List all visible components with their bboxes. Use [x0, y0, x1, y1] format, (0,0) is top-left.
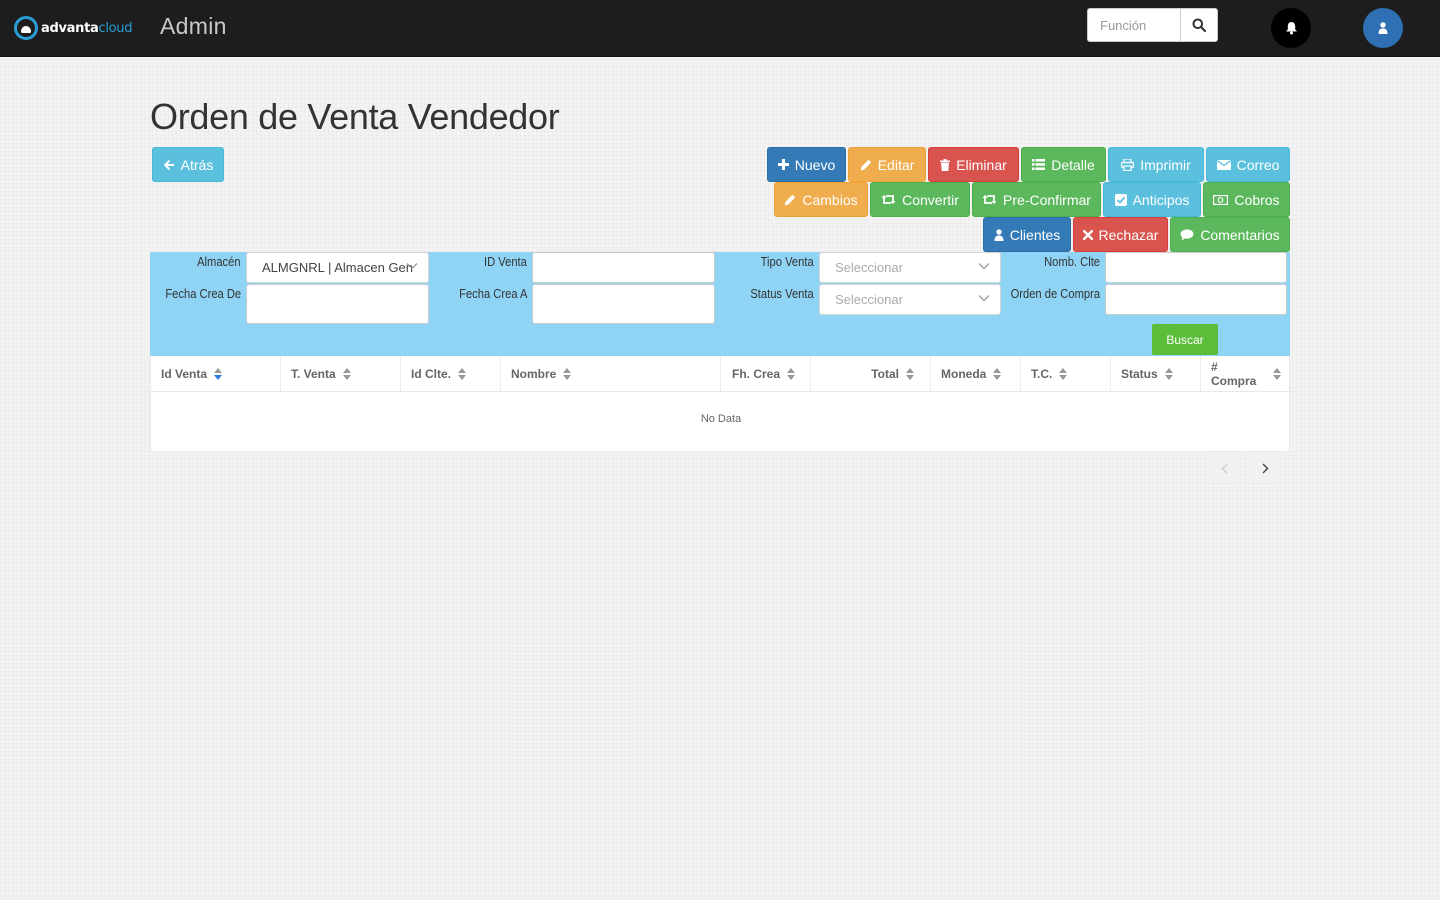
sort-icon — [787, 368, 796, 380]
nomb-clte-label: Nomb. Clte — [1044, 254, 1100, 269]
rechazar-button[interactable]: Rechazar — [1073, 217, 1168, 252]
almacen-label: Almacén — [197, 254, 241, 269]
app-title: Admin — [160, 13, 227, 39]
eliminar-button[interactable]: Eliminar — [928, 147, 1019, 182]
pencil-icon — [860, 159, 871, 170]
anticipos-button[interactable]: Anticipos — [1103, 182, 1201, 217]
fecha-crea-de-input[interactable] — [246, 284, 429, 324]
sort-icon — [458, 368, 467, 380]
sort-icon — [1273, 368, 1281, 380]
status-venta-label: Status Venta — [750, 286, 814, 301]
almacen-select[interactable]: ALMGNRL | Almacen General — [246, 252, 429, 283]
back-button[interactable]: Atrás — [152, 147, 224, 182]
buscar-button[interactable]: Buscar — [1152, 324, 1218, 355]
user-icon — [994, 228, 1004, 241]
tipo-venta-label: Tipo Venta — [760, 254, 814, 269]
fecha-crea-a-input[interactable] — [532, 284, 715, 324]
table-header: Id Venta T. Venta Id Clte. Nombre Fh. Cr… — [151, 356, 1291, 392]
col-fh-crea[interactable]: Fh. Crea — [721, 356, 811, 392]
function-search — [1087, 8, 1218, 42]
cambios-button[interactable]: Cambios — [774, 182, 868, 217]
bell-icon — [1285, 22, 1297, 35]
sort-icon — [563, 368, 572, 380]
col-total[interactable]: Total — [811, 356, 931, 392]
editar-button[interactable]: Editar — [848, 147, 926, 182]
imprimir-button[interactable]: Imprimir — [1108, 147, 1204, 182]
col-nombre[interactable]: Nombre — [501, 356, 721, 392]
tipo-venta-select[interactable]: Seleccionar — [819, 252, 1001, 283]
page-title: Orden de Venta Vendedor — [150, 96, 560, 137]
col-id-venta[interactable]: Id Venta — [151, 356, 281, 392]
money-icon — [1213, 194, 1229, 205]
id-venta-label: ID Venta — [484, 254, 527, 269]
chevron-down-icon — [978, 263, 990, 270]
detalle-button[interactable]: Detalle — [1021, 147, 1106, 182]
cloud-logo-icon — [14, 16, 38, 40]
chevron-down-icon — [978, 295, 990, 302]
notifications-button[interactable] — [1271, 8, 1311, 48]
sort-icon — [342, 368, 351, 380]
prev-page-button[interactable] — [1210, 455, 1240, 481]
advantacloud-logo[interactable]: advantacloud — [14, 16, 132, 40]
chevron-down-icon — [406, 263, 418, 270]
retweet-icon — [881, 194, 896, 205]
user-icon — [1378, 22, 1388, 34]
nomb-clte-input[interactable] — [1105, 252, 1287, 283]
arrow-left-icon — [163, 159, 174, 170]
id-venta-input[interactable] — [532, 252, 715, 283]
col-tc[interactable]: T.C. — [1021, 356, 1111, 392]
plus-icon — [777, 159, 789, 170]
next-page-button[interactable] — [1250, 455, 1280, 481]
sort-icon — [1164, 368, 1173, 380]
sales-orders-table: Id Venta T. Venta Id Clte. Nombre Fh. Cr… — [150, 356, 1291, 452]
print-icon — [1121, 158, 1135, 171]
filter-panel: Almacén ALMGNRL | Almacen General ID Ven… — [150, 252, 1290, 356]
logo-text: advantacloud — [41, 20, 133, 36]
function-search-input[interactable] — [1087, 8, 1180, 42]
orden-compra-label: Orden de Compra — [1010, 286, 1100, 301]
chevron-right-icon — [1262, 463, 1269, 473]
comentarios-button[interactable]: Comentarios — [1170, 217, 1290, 252]
correo-button[interactable]: Correo — [1206, 147, 1290, 182]
no-data-message: No Data — [700, 413, 742, 425]
col-num-compra[interactable]: # Compra — [1201, 356, 1291, 392]
fecha-crea-a-label: Fecha Crea A — [458, 286, 527, 301]
top-navbar: advantacloud Admin — [0, 0, 1440, 57]
pre-confirmar-button[interactable]: Pre-Confirmar — [972, 182, 1101, 217]
close-icon — [1082, 229, 1093, 240]
status-venta-select[interactable]: Seleccionar — [819, 284, 1001, 315]
search-icon — [1192, 18, 1206, 32]
trash-icon — [940, 158, 951, 171]
col-id-clte[interactable]: Id Clte. — [401, 356, 501, 392]
pencil-icon — [785, 194, 796, 205]
sort-icon — [214, 368, 223, 380]
search-button[interactable] — [1180, 8, 1218, 42]
fecha-crea-de-label: Fecha Crea De — [165, 286, 241, 301]
envelope-icon — [1216, 159, 1231, 170]
col-t-venta[interactable]: T. Venta — [281, 356, 401, 392]
sort-icon — [1059, 368, 1068, 380]
nuevo-button[interactable]: Nuevo — [767, 147, 846, 182]
orden-compra-input[interactable] — [1105, 284, 1287, 315]
list-icon — [1032, 159, 1046, 170]
checkbox-icon — [1114, 193, 1127, 206]
chevron-left-icon — [1221, 463, 1228, 473]
sort-icon — [993, 368, 1002, 380]
clientes-button[interactable]: Clientes — [983, 217, 1071, 252]
user-menu-button[interactable] — [1363, 8, 1403, 48]
convertir-button[interactable]: Convertir — [870, 182, 970, 217]
col-status[interactable]: Status — [1111, 356, 1201, 392]
cobros-button[interactable]: Cobros — [1203, 182, 1290, 217]
sort-icon — [906, 368, 914, 380]
comment-icon — [1180, 228, 1194, 240]
col-moneda[interactable]: Moneda — [931, 356, 1021, 392]
retweet-icon — [982, 194, 997, 205]
